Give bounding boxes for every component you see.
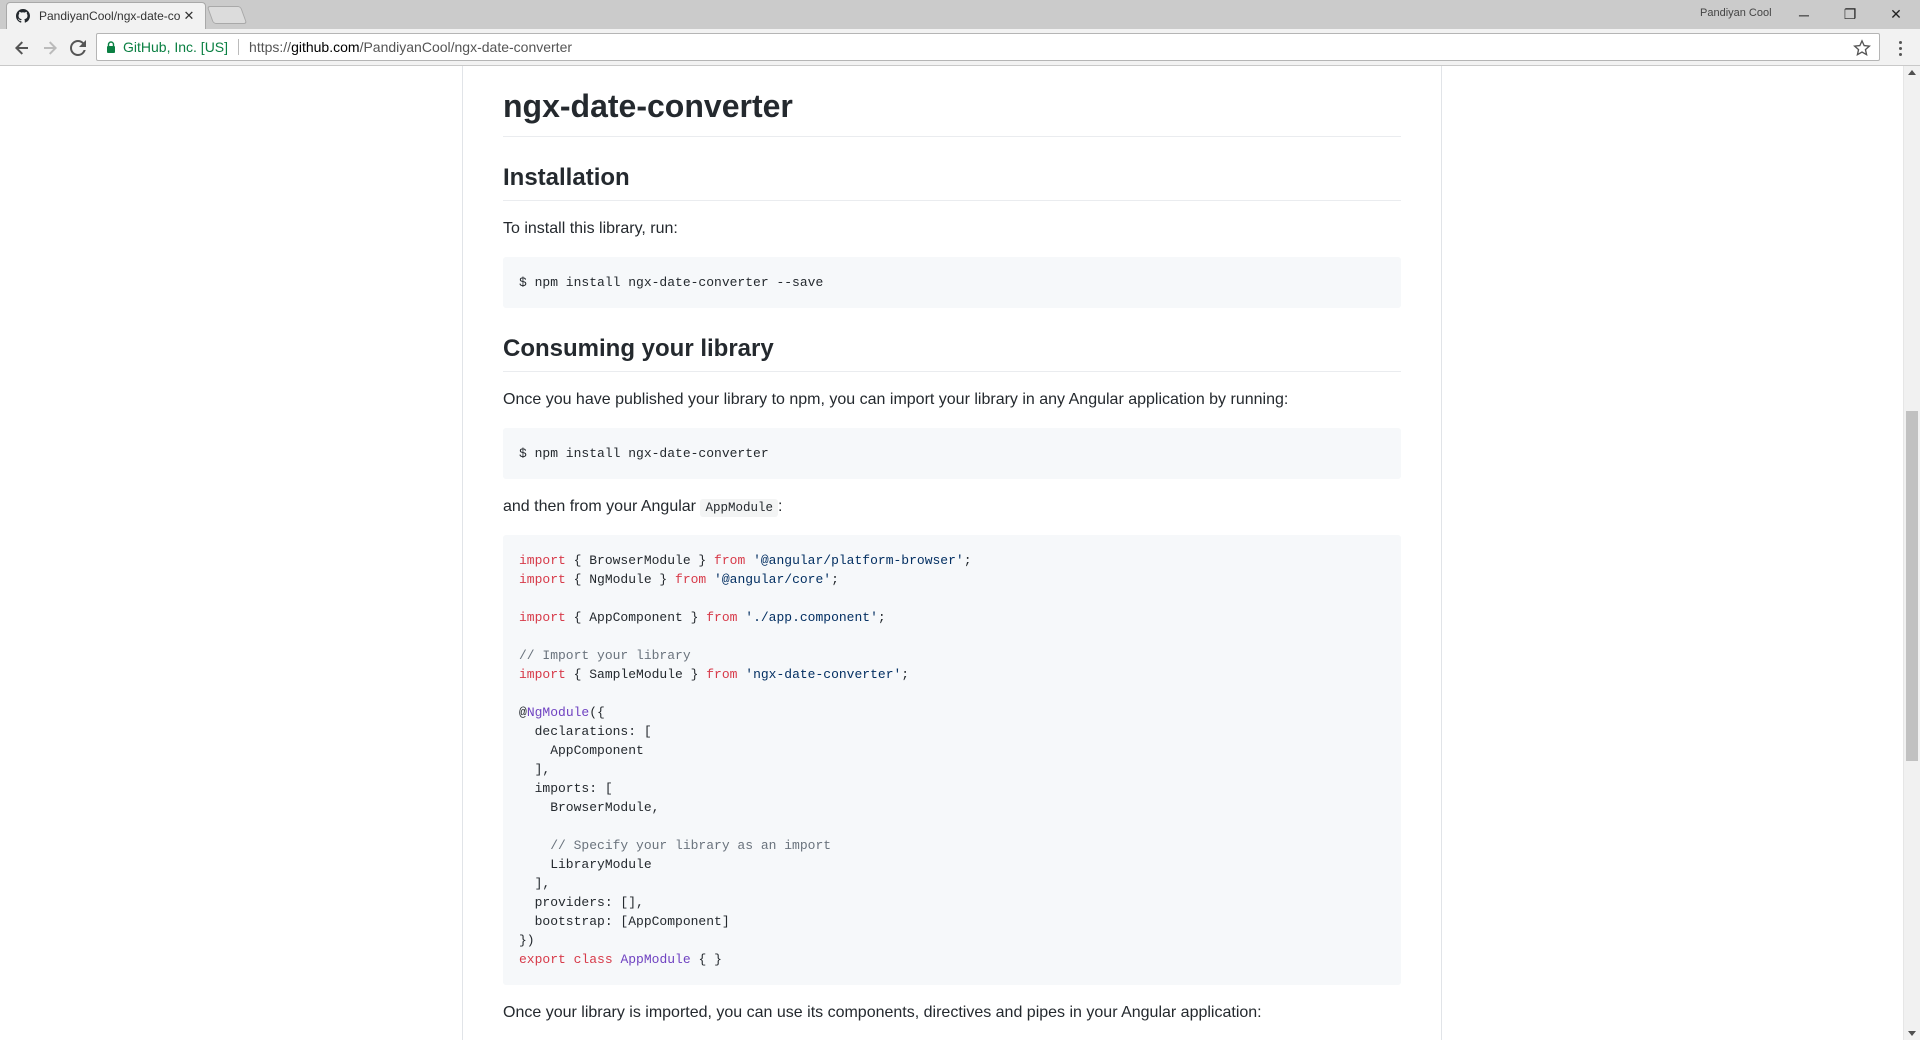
- readme-title: ngx-date-converter: [503, 86, 1401, 137]
- title-bar: PandiyanCool/ngx-date-converter ✕ Pandiy…: [0, 0, 1920, 29]
- installation-text: To install this library, run:: [503, 220, 678, 237]
- address-bar[interactable]: GitHub, Inc. [US] https://github.com/Pan…: [96, 33, 1880, 61]
- tab-active[interactable]: PandiyanCool/ngx-date-converter ✕: [6, 2, 206, 29]
- imported-text: Once your library is imported, you can u…: [503, 1004, 1262, 1021]
- new-tab-button[interactable]: [206, 6, 248, 24]
- consuming-heading: Consuming your library: [503, 334, 1401, 372]
- browser-toolbar: GitHub, Inc. [US] https://github.com/Pan…: [0, 29, 1920, 66]
- close-window-button[interactable]: ✕: [1874, 0, 1918, 29]
- divider: [238, 39, 240, 55]
- security-label[interactable]: GitHub, Inc. [US]: [123, 39, 228, 55]
- reload-icon: [70, 40, 86, 56]
- url-host: github.com: [291, 39, 360, 55]
- url-prefix: https://: [249, 39, 292, 55]
- menu-icon[interactable]: [1890, 37, 1910, 59]
- consume-code-block[interactable]: $ npm install ngx-date-converter: [503, 428, 1401, 479]
- star-icon[interactable]: [1853, 39, 1871, 57]
- forward-button[interactable]: [38, 36, 62, 60]
- consuming-text: Once you have published your library to …: [503, 391, 1289, 408]
- url-text[interactable]: https://github.com/PandiyanCool/ngx-date…: [249, 39, 572, 55]
- install-code-block[interactable]: $ npm install ngx-date-converter --save: [503, 257, 1401, 308]
- minimize-button[interactable]: ─: [1782, 0, 1826, 29]
- readme-article: ngx-date-converter Installation To insta…: [503, 66, 1401, 1025]
- restore-button[interactable]: ❐: [1828, 0, 1872, 29]
- scroll-down-icon[interactable]: [1908, 1031, 1916, 1036]
- appmodule-inline-code: AppModule: [700, 499, 778, 517]
- appmodule-code-block[interactable]: import { BrowserModule } from '@angular/…: [503, 535, 1401, 985]
- back-button[interactable]: [10, 36, 34, 60]
- installation-heading: Installation: [503, 163, 1401, 201]
- page-scrollbar[interactable]: [1903, 66, 1920, 1040]
- lock-icon: [107, 41, 115, 53]
- then-suffix: :: [777, 498, 783, 515]
- arrow-right-icon: [44, 41, 57, 55]
- profile-name[interactable]: Pandiyan Cool: [1700, 7, 1772, 19]
- scroll-up-icon[interactable]: [1908, 70, 1916, 75]
- arrow-left-icon: [15, 41, 28, 55]
- then-text-label: and then from your Angular: [503, 498, 697, 515]
- tab-title: PandiyanCool/ngx-date-converter: [39, 9, 181, 23]
- url-path: /PandiyanCool/ngx-date-converter: [359, 39, 573, 55]
- github-icon: [15, 8, 31, 24]
- then-text: and then from your Angular AppModule:: [503, 495, 1401, 519]
- page-viewport: ngx-date-converter Installation To insta…: [0, 66, 1903, 1040]
- close-tab-icon[interactable]: ✕: [181, 8, 197, 24]
- reload-button[interactable]: [66, 36, 90, 60]
- readme-container: ngx-date-converter Installation To insta…: [462, 66, 1442, 1040]
- scroll-thumb[interactable]: [1906, 411, 1918, 761]
